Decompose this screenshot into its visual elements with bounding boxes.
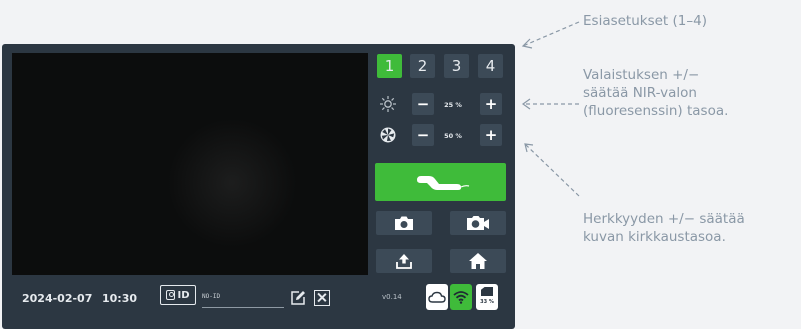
lighting-plus-button[interactable]: + bbox=[480, 93, 502, 115]
sensitivity-value: 50 % bbox=[444, 132, 462, 140]
probe-icon bbox=[417, 176, 470, 190]
callout-lighting-line-2: säätää NIR-valon bbox=[583, 85, 697, 101]
capture-button[interactable] bbox=[375, 163, 506, 201]
status-bar: 2024-02-07 10:30 ID NO-ID v0.14 33 % bbox=[12, 280, 507, 320]
camera-image bbox=[162, 113, 302, 253]
sd-card-button[interactable]: 33 % bbox=[476, 284, 498, 310]
sd-card-icon bbox=[481, 287, 493, 296]
patient-id-button[interactable]: ID bbox=[160, 285, 196, 305]
sensitivity-plus-button[interactable]: + bbox=[480, 124, 502, 146]
sd-card-usage: 33 % bbox=[480, 299, 494, 305]
callout-lighting-line-3: (fluoresenssin) tasoa. bbox=[583, 103, 729, 119]
cloud-icon bbox=[428, 291, 446, 303]
callout-lighting: Valaistuksen +/− säätää NIR-valon (fluor… bbox=[583, 66, 728, 120]
preset-button-3[interactable]: 3 bbox=[444, 54, 469, 78]
time-display: 10:30 bbox=[102, 292, 138, 305]
callout-sensitivity-line-1: Herkkyyden +/− säätää bbox=[583, 211, 745, 227]
edit-icon[interactable] bbox=[290, 290, 306, 306]
sensitivity-minus-button[interactable]: − bbox=[412, 124, 434, 146]
patient-id-underline bbox=[202, 307, 284, 308]
preset-button-1[interactable]: 1 bbox=[377, 54, 402, 78]
id-label: ID bbox=[177, 289, 190, 301]
callout-sensitivity-line-2: kuvan kirkkaustasoa. bbox=[583, 229, 726, 245]
device-panel: 1 2 3 4 − 25 % + − 50 % + 2024-02-07 10:… bbox=[2, 44, 515, 329]
callout-lighting-line-1: Valaistuksen +/− bbox=[583, 67, 700, 83]
clear-icon[interactable] bbox=[314, 290, 330, 306]
lighting-value: 25 % bbox=[444, 101, 462, 109]
version-label: v0.14 bbox=[382, 293, 402, 301]
video-camera-icon bbox=[467, 216, 489, 230]
photo-button[interactable] bbox=[376, 211, 432, 235]
upload-button[interactable] bbox=[376, 249, 432, 273]
camera-view[interactable] bbox=[12, 53, 368, 275]
lighting-minus-button[interactable]: − bbox=[412, 93, 434, 115]
home-icon bbox=[469, 253, 487, 269]
date-display: 2024-02-07 bbox=[22, 292, 93, 305]
aperture-icon bbox=[380, 127, 396, 143]
preset-button-4[interactable]: 4 bbox=[478, 54, 503, 78]
video-button[interactable] bbox=[450, 211, 506, 235]
callout-arrows bbox=[521, 21, 580, 197]
callout-presets: Esiasetukset (1–4) bbox=[583, 13, 707, 29]
camera-icon bbox=[395, 216, 413, 230]
home-button[interactable] bbox=[450, 249, 506, 273]
callout-sensitivity: Herkkyyden +/− säätää kuvan kirkkaustaso… bbox=[583, 210, 745, 246]
preset-button-2[interactable]: 2 bbox=[410, 54, 435, 78]
upload-icon bbox=[396, 254, 412, 269]
wifi-button[interactable] bbox=[450, 284, 472, 310]
patient-id-field[interactable]: NO-ID bbox=[202, 293, 220, 300]
cloud-button[interactable] bbox=[426, 284, 448, 310]
sun-icon bbox=[380, 96, 396, 112]
id-card-icon bbox=[166, 290, 176, 300]
wifi-icon bbox=[453, 291, 469, 304]
